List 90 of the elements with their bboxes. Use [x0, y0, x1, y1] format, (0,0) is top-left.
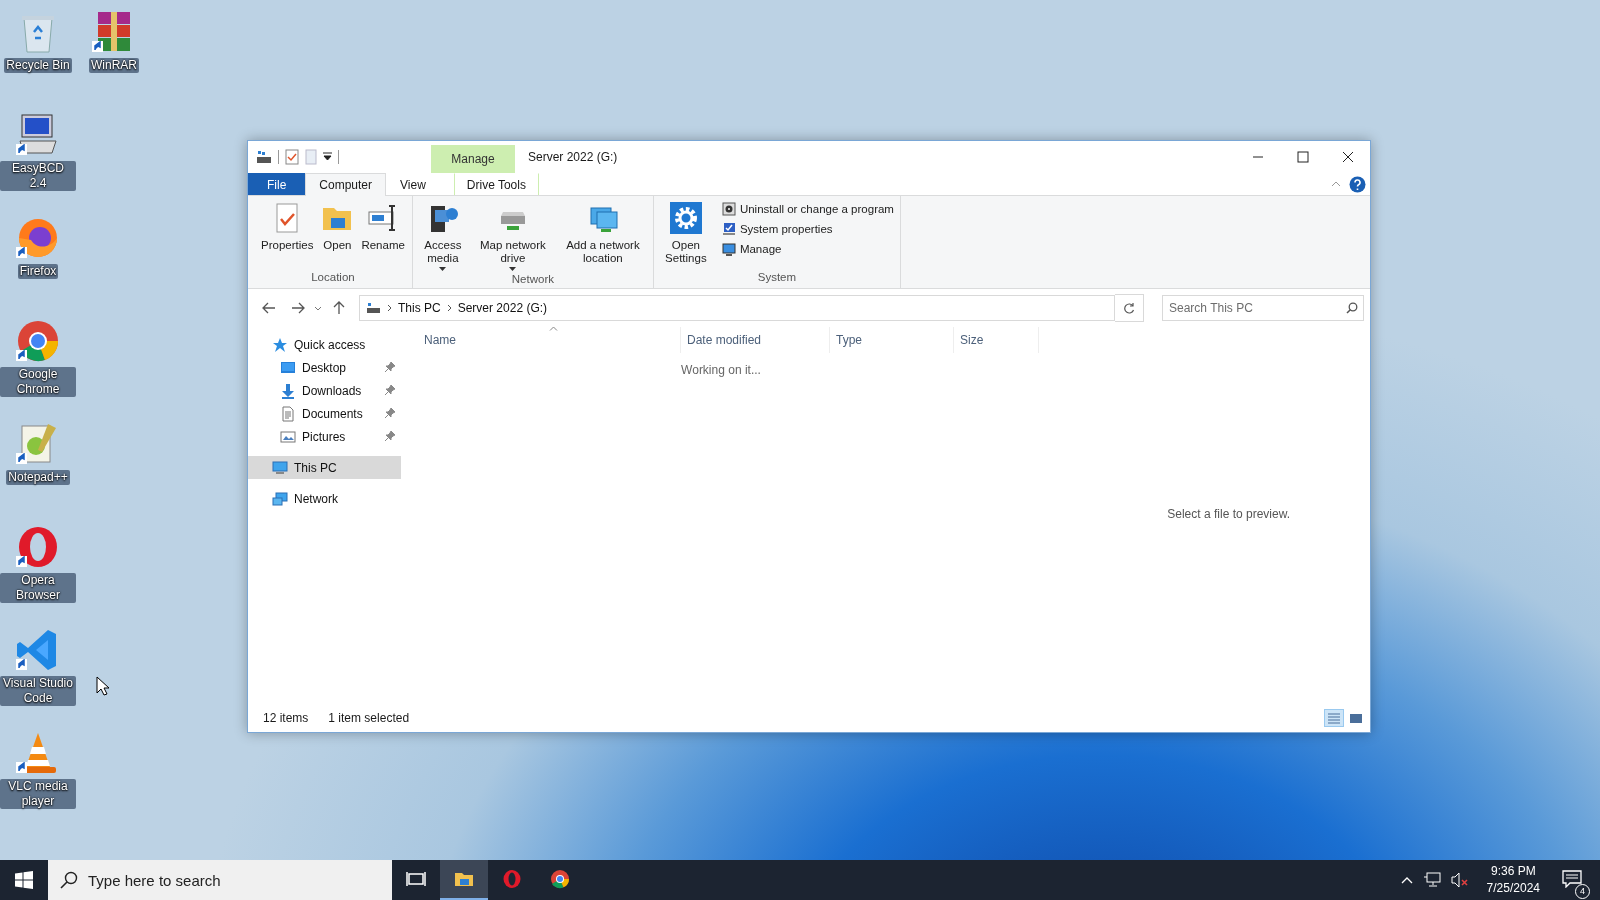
ribbon-button[interactable]: Map network drive	[470, 200, 555, 273]
document-icon	[280, 405, 296, 422]
desktop-icon-label[interactable]: VLC media player	[0, 779, 76, 809]
star-icon	[272, 336, 288, 353]
ribbon-group-label: System	[756, 271, 798, 285]
ribbon-button[interactable]: Open	[318, 200, 357, 254]
breadcrumb-chevron-icon	[446, 304, 452, 312]
column-header[interactable]: Name	[418, 327, 681, 353]
chrome-icon	[550, 869, 570, 889]
nav-item[interactable]: Pictures	[248, 425, 401, 448]
settings-icon	[669, 202, 702, 234]
column-header[interactable]: Date modified	[681, 327, 830, 353]
message-icon	[1562, 869, 1582, 888]
collapse-ribbon-icon[interactable]	[1331, 181, 1341, 187]
nav-item[interactable]: Quick access	[248, 333, 401, 356]
pin-icon	[385, 384, 395, 395]
refresh-icon[interactable]	[1123, 302, 1135, 314]
loading-text: Working on it...	[681, 363, 761, 377]
network-monitor-icon[interactable]	[1422, 872, 1441, 888]
notification-center-button[interactable]: 4	[1558, 869, 1590, 899]
column-header[interactable]: Type	[830, 327, 954, 353]
ribbon-button[interactable]: Access media	[416, 200, 469, 273]
mouse-pointer-icon	[96, 676, 109, 696]
item-count: 12 items	[263, 711, 309, 725]
picture-icon	[280, 428, 296, 445]
back-arrow-icon[interactable]	[261, 302, 276, 314]
nav-item[interactable]: Network	[248, 487, 401, 510]
taskbar-button[interactable]	[440, 860, 488, 900]
taskbar-search-field[interactable]: Type here to search	[48, 860, 392, 900]
window-title: Server 2022 (G:)	[527, 149, 619, 166]
pin-icon	[385, 407, 395, 418]
task-view-icon	[406, 869, 426, 889]
desktop-icon-label[interactable]: EasyBCD 2.4	[0, 161, 76, 191]
up-arrow-icon[interactable]	[332, 301, 345, 315]
nav-item[interactable]: Documents	[248, 402, 401, 425]
properties-page-icon[interactable]	[285, 149, 299, 165]
ribbon-small-button[interactable]: System properties	[719, 220, 896, 238]
pin-icon	[385, 361, 395, 372]
nav-item[interactable]: Desktop	[248, 356, 401, 379]
ribbon-button[interactable]: Add a network location	[556, 200, 649, 267]
close-icon[interactable]	[1341, 151, 1354, 163]
pin-icon	[385, 430, 395, 441]
file-menu-tab[interactable]: File	[248, 173, 306, 195]
desktop-icon-label[interactable]: WinRAR	[89, 58, 139, 73]
nav-item[interactable]: Downloads	[248, 379, 401, 402]
disc-box-icon	[721, 202, 736, 216]
download-arrow-icon	[280, 382, 296, 399]
preview-message: Select a file to preview.	[1167, 507, 1290, 521]
breadcrumb-chevron-icon	[387, 304, 392, 312]
ribbon-group-label: Location	[310, 271, 356, 285]
customize-dropdown-icon[interactable]	[323, 152, 332, 162]
desktop-icon-label[interactable]: Visual Studio Code	[0, 676, 76, 706]
nav-item[interactable]: This PC	[248, 456, 401, 479]
search-field[interactable]: Search This PC	[1162, 295, 1364, 321]
maximize-icon[interactable]	[1296, 151, 1309, 163]
column-header[interactable]: Size	[954, 327, 1039, 353]
desktop-icon-label[interactable]: Google Chrome	[0, 367, 76, 397]
search-icon	[60, 871, 78, 889]
desktop-icon-label[interactable]: Notepad++	[6, 470, 70, 485]
drive-icon	[366, 302, 381, 314]
ribbon-tab[interactable]: Computer	[305, 173, 387, 196]
chevron-up-icon[interactable]	[1400, 876, 1413, 884]
ribbon-button[interactable]: Properties	[258, 200, 317, 254]
clock[interactable]: 9:36 PM 7/25/2024	[1478, 863, 1548, 897]
windows-logo-icon[interactable]	[15, 871, 33, 889]
desktop-icon-label[interactable]: Firefox	[17, 264, 59, 279]
ribbon-small-button[interactable]: Uninstall or change a program	[719, 200, 896, 218]
network-icon	[272, 490, 288, 507]
desktop-folder-icon	[280, 359, 296, 376]
address-bar[interactable]: This PC Server 2022 (G:)	[359, 295, 1115, 321]
drive-icon[interactable]	[256, 150, 272, 164]
ring-o-icon	[502, 869, 522, 889]
selection-count: 1 item selected	[328, 711, 410, 725]
desktop-icon-label[interactable]: Opera Browser	[0, 573, 76, 603]
ribbon-group-label: Network	[510, 273, 555, 287]
muted-speaker-icon[interactable]	[1450, 872, 1469, 888]
monitor-icon	[272, 459, 288, 476]
help-icon[interactable]	[1349, 175, 1366, 193]
ribbon-button[interactable]: Open Settings	[657, 200, 714, 267]
monitor-check-icon	[721, 222, 736, 236]
sort-caret-icon	[549, 326, 558, 331]
desktop-icon-label[interactable]: Recycle Bin	[4, 58, 72, 73]
ribbon-small-button[interactable]: Manage	[719, 240, 896, 258]
contextual-tab-header: Manage	[431, 145, 515, 173]
ribbon-tab[interactable]: Drive Tools	[453, 173, 539, 195]
ribbon-button[interactable]: Rename	[358, 200, 408, 254]
recent-dropdown-icon[interactable]	[314, 305, 322, 311]
ribbon-tab[interactable]: View	[386, 173, 440, 195]
computer-manage-icon	[721, 242, 736, 256]
forward-arrow-icon[interactable]	[290, 302, 305, 314]
